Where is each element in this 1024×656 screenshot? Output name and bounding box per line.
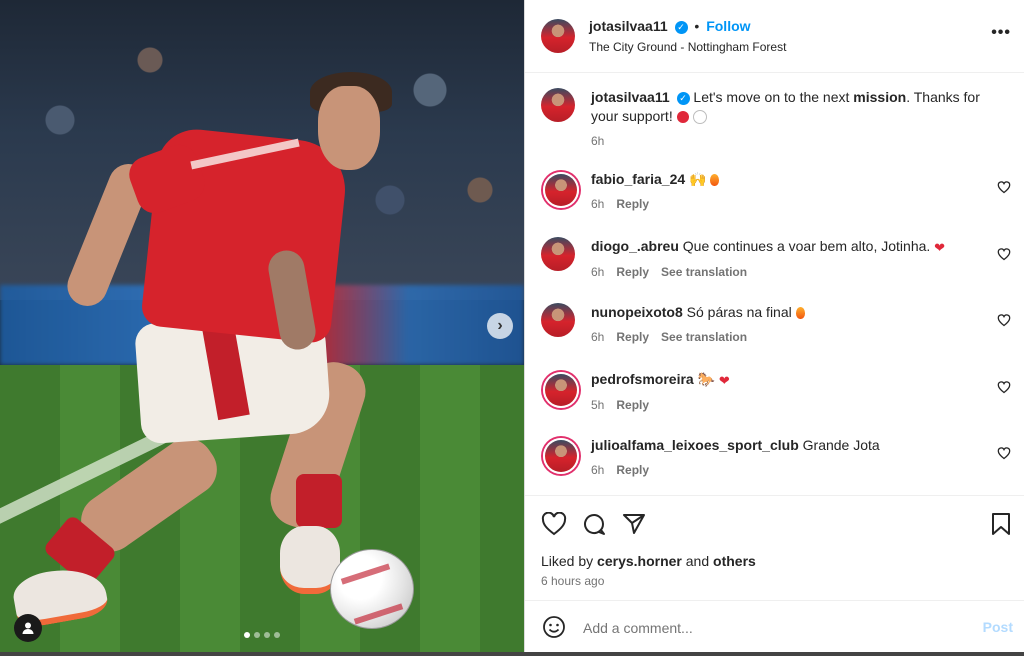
commenter-username[interactable]: diogo_.abreu bbox=[591, 238, 679, 254]
window-bottom-edge bbox=[0, 652, 1024, 656]
reply-button[interactable]: Reply bbox=[616, 263, 649, 282]
like-heart-icon[interactable] bbox=[541, 512, 567, 536]
post-sidebar: jotasilvaa11 ✓ • Follow The City Ground … bbox=[524, 0, 1024, 652]
chevron-right-icon: › bbox=[497, 317, 503, 334]
see-translation-button[interactable]: See translation bbox=[661, 328, 747, 347]
caption-text: Let's move on to the next bbox=[693, 89, 854, 105]
likes-prefix: Liked by bbox=[541, 553, 598, 569]
caption-bold-text: mission bbox=[853, 89, 907, 105]
commenter-username[interactable]: pedrofsmoreira bbox=[591, 371, 694, 387]
more-options-icon[interactable]: ••• bbox=[991, 24, 1011, 42]
post-timestamp[interactable]: 6 hours ago bbox=[541, 574, 604, 588]
comment-text: Só páras na final bbox=[686, 304, 792, 320]
football bbox=[330, 549, 414, 629]
carousel-indicator bbox=[244, 632, 280, 638]
red-heart-icon: ❤ bbox=[718, 372, 730, 388]
tagged-users-button[interactable] bbox=[14, 614, 42, 642]
verified-badge-icon: ✓ bbox=[676, 91, 690, 105]
comment-bubble-icon[interactable] bbox=[582, 512, 606, 536]
comment-input[interactable] bbox=[581, 615, 965, 641]
save-bookmark-icon[interactable] bbox=[991, 512, 1011, 536]
fire-icon bbox=[795, 307, 805, 320]
commenter-username[interactable]: fabio_faria_24 bbox=[591, 171, 685, 187]
commenter-username[interactable]: nunopeixoto8 bbox=[591, 304, 683, 320]
carousel-dot bbox=[254, 632, 260, 638]
post-header: jotasilvaa11 ✓ • Follow The City Ground … bbox=[525, 0, 1024, 73]
red-heart-icon: ❤ bbox=[934, 239, 946, 255]
comment-time[interactable]: 6h bbox=[591, 263, 604, 282]
carousel-dot bbox=[264, 632, 270, 638]
red-circle-icon bbox=[676, 111, 689, 124]
verified-badge-icon: ✓ bbox=[674, 20, 688, 34]
author-username[interactable]: jotasilvaa11 bbox=[589, 18, 668, 34]
follow-button[interactable]: Follow bbox=[706, 18, 750, 34]
comment-time[interactable]: 6h bbox=[591, 195, 604, 214]
comment-like-heart-icon[interactable] bbox=[997, 247, 1011, 261]
emoji-picker-icon[interactable] bbox=[542, 615, 566, 639]
commenter-avatar[interactable] bbox=[541, 303, 575, 337]
liked-by-others[interactable]: others bbox=[713, 553, 756, 569]
commenter-avatar[interactable] bbox=[543, 372, 579, 408]
carousel-next-button[interactable]: › bbox=[487, 313, 513, 339]
reply-button[interactable]: Reply bbox=[616, 328, 649, 347]
carousel-dot bbox=[244, 632, 250, 638]
comment-text: Que continues a voar bem alto, Jotinha. bbox=[682, 238, 931, 254]
post-media: › bbox=[0, 0, 524, 652]
comment-time[interactable]: 5h bbox=[591, 396, 604, 415]
author-avatar[interactable] bbox=[541, 88, 575, 122]
reply-button[interactable]: Reply bbox=[616, 195, 649, 214]
author-avatar[interactable] bbox=[541, 19, 575, 53]
comment-like-heart-icon[interactable] bbox=[997, 446, 1011, 460]
comment-text: 🐎 bbox=[697, 371, 716, 387]
comment-time[interactable]: 6h bbox=[591, 461, 604, 480]
commenter-avatar[interactable] bbox=[543, 172, 579, 208]
white-circle-icon bbox=[692, 110, 707, 125]
comment-time[interactable]: 6h bbox=[591, 328, 604, 347]
comment-like-heart-icon[interactable] bbox=[997, 313, 1011, 327]
reply-button[interactable]: Reply bbox=[616, 461, 649, 480]
post-location[interactable]: The City Ground - Nottingham Forest bbox=[589, 40, 786, 54]
reply-button[interactable]: Reply bbox=[616, 396, 649, 415]
likes-and: and bbox=[681, 553, 714, 569]
post-actions: Liked by cerys.horner and others 6 hours… bbox=[525, 495, 1024, 600]
caption-username[interactable]: jotasilvaa11 bbox=[591, 89, 670, 105]
post-modal: › jotasilvaa11 ✓ • Follow The City Groun bbox=[0, 0, 1024, 656]
caption-time[interactable]: 6h bbox=[591, 132, 604, 151]
add-comment-bar: Post bbox=[525, 600, 1024, 653]
commenter-avatar[interactable] bbox=[543, 438, 579, 474]
likes-summary: Liked by cerys.horner and others bbox=[541, 553, 756, 569]
comment-like-heart-icon[interactable] bbox=[997, 380, 1011, 394]
share-send-icon[interactable] bbox=[622, 512, 646, 536]
liked-by-user[interactable]: cerys.horner bbox=[597, 553, 682, 569]
football-player-photo bbox=[0, 0, 524, 652]
comment-like-heart-icon[interactable] bbox=[997, 180, 1011, 194]
commenter-avatar[interactable] bbox=[541, 237, 575, 271]
post-comment-button[interactable]: Post bbox=[983, 619, 1013, 635]
user-icon bbox=[22, 622, 34, 634]
comment-text: Grande Jota bbox=[802, 437, 880, 453]
fire-icon bbox=[710, 174, 720, 187]
carousel-dot bbox=[274, 632, 280, 638]
see-translation-button[interactable]: See translation bbox=[661, 263, 747, 282]
commenter-username[interactable]: julioalfama_leixoes_sport_club bbox=[591, 437, 799, 453]
comment-text: 🙌 bbox=[689, 171, 707, 187]
